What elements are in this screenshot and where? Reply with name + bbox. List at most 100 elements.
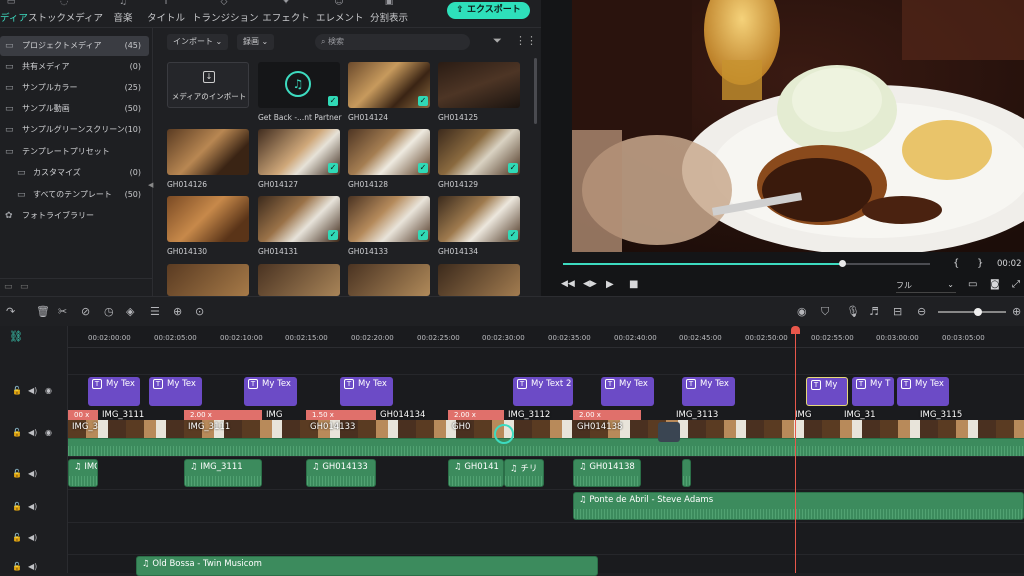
sidebar-item-sample-green-screen[interactable]: ▭ サンプルグリーンスクリーン (10) [0,120,149,140]
audio-clip[interactable]: ♫ チリ [504,459,544,487]
export-button[interactable]: ⇪ エクスポート [447,2,530,19]
marker-icon[interactable]: ⛉ [821,305,829,319]
tab-music[interactable]: ♫ 音楽 [110,0,136,28]
sidebar-item-customize[interactable]: ▭ カスタマイズ (0) [0,163,149,183]
audio-clip[interactable]: ♫ GH014133 [306,459,376,487]
render-preview-icon[interactable]: ◉ [797,305,807,318]
audio-clip[interactable]: ♫ GH0141 [448,459,504,487]
quality-select[interactable]: フル ⌄ [896,280,956,293]
zoom-fit-icon[interactable]: ⊟ [893,305,902,318]
video-clip[interactable]: IMG_31 [840,410,886,420]
title-clip[interactable]: T My Tex [897,377,949,406]
video-clip[interactable]: GH014134 [376,410,448,420]
import-media-tile[interactable]: ↓ メディアのインポート [167,62,249,108]
speaker-icon[interactable]: ◀) [28,386,37,395]
lock-icon[interactable]: 🔓 [12,386,22,395]
speaker-icon[interactable]: ◀) [28,428,37,437]
video-clip[interactable]: IMG [262,410,306,420]
sidebar-item-all-templates[interactable]: ▭ すべてのテンプレート (50) [0,185,149,205]
media-thumb[interactable] [348,264,430,296]
tab-stock-media[interactable]: ◌ ストックメディア [28,0,103,28]
media-thumb[interactable]: ✓ [258,129,340,175]
audio-clip[interactable]: ♫ GH014138 [573,459,641,487]
audio-mixer-icon[interactable]: ♬ [869,305,879,318]
title-clip-selected[interactable]: T My [806,377,848,406]
tab-effects[interactable]: ✦ エフェクト [262,0,310,28]
title-clip[interactable]: T My Tex [149,377,202,406]
tab-elements[interactable]: ☺ エレメント [316,0,364,28]
media-thumb[interactable]: ♫ ✓ [258,62,340,108]
link-icon[interactable]: ⛓ [9,330,23,343]
lock-icon[interactable]: 🔓 [12,502,22,511]
monitor-icon[interactable]: ▭ [968,279,977,290]
speed-badge[interactable]: 2.00 x [184,410,262,420]
mark-out-button[interactable]: } [977,258,983,269]
playhead[interactable] [795,326,796,573]
music-clip[interactable]: ♫ Old Bossa - Twin Musicom [136,556,598,576]
mark-in-button[interactable]: { [953,258,959,269]
render-icon[interactable]: ⊙ [195,305,204,318]
sidebar-item-shared-media[interactable]: ▭ 共有メディア (0) [0,57,149,77]
media-scrollbar[interactable] [534,58,537,124]
snapshot-icon[interactable]: ◙ [990,279,1000,290]
sidebar-item-sample-videos[interactable]: ▭ サンプル動画 (50) [0,99,149,119]
video-clip[interactable]: IMG [791,410,831,420]
play-icon[interactable]: ▶ [606,279,614,290]
media-thumb[interactable]: ✓ [438,196,520,242]
media-thumb[interactable] [167,196,249,242]
sidebar-item-project-media[interactable]: ▭ プロジェクトメディア (45) [0,36,149,56]
sidebar-item-photo-library[interactable]: ✿ フォトライブラリー [0,206,149,226]
media-thumb[interactable] [438,62,520,108]
zoom-in-icon[interactable]: ⊕ [1012,305,1021,318]
sidebar-item-sample-colors[interactable]: ▭ サンプルカラー (25) [0,78,149,98]
fullscreen-icon[interactable]: ⤢ [1012,279,1020,290]
lock-icon[interactable]: 🔓 [12,469,22,478]
speaker-icon[interactable]: ◀) [28,469,37,478]
media-thumb[interactable]: ✓ [348,62,430,108]
title-clip[interactable]: T My Text 2 [513,377,573,406]
add-icon[interactable]: ⊕ [173,305,182,318]
media-thumb[interactable]: ✓ [348,196,430,242]
delete-icon[interactable]: 🗑 [36,305,50,318]
zoom-slider[interactable] [938,308,1006,316]
tab-split-screen[interactable]: ▣ 分割表示 [370,0,408,28]
tab-titles[interactable]: T タイトル [146,0,186,28]
title-clip[interactable]: T My Tex [601,377,654,406]
title-clip[interactable]: T My Tex [88,377,140,406]
media-thumb[interactable] [438,264,520,296]
music-clip[interactable]: ♫ Ponte de Abril - Steve Adams [573,492,1024,520]
title-clip[interactable]: T My T [852,377,894,406]
adjust-icon[interactable]: ☰ [150,305,160,318]
video-clip[interactable]: IMG_3111 [98,410,184,420]
crop-icon[interactable]: ⊘ [81,305,90,318]
audio-clip[interactable]: ♫ IMG_3111 [184,459,262,487]
video-clip[interactable]: IMG_3112 [504,410,573,420]
lock-icon[interactable]: 🔓 [12,533,22,542]
media-thumb[interactable] [258,264,340,296]
new-folder-icon[interactable]: ▭ [4,282,13,292]
speaker-icon[interactable]: ◀) [28,502,37,511]
video-clip[interactable]: IMG_3115 [916,410,986,420]
video-clip[interactable]: IMG_3113 [672,410,772,420]
lock-icon[interactable]: 🔓 [12,562,22,571]
play-back-icon[interactable]: ◀▶ [583,279,597,289]
prev-frame-icon[interactable]: ◀◀ [561,279,575,289]
zoom-slider-knob[interactable] [974,308,982,316]
media-thumb[interactable] [167,129,249,175]
sidebar-item-template-presets[interactable]: ▭ テンプレートプリセット [0,142,149,162]
speaker-icon[interactable]: ◀) [28,562,37,571]
microphone-icon[interactable]: 🎙 [846,305,860,318]
filter-icon[interactable]: ⏷ [493,34,502,48]
media-thumb[interactable] [167,264,249,296]
eye-icon[interactable]: ◉ [45,428,52,437]
record-dropdown[interactable]: 録画 ⌄ [237,34,275,50]
search-input[interactable]: ⌕ 検索 [315,34,470,50]
transition-icon[interactable] [494,424,514,444]
audio-clip[interactable]: ♫ IMG [68,459,98,487]
import-dropdown[interactable]: インポート ⌄ [167,34,229,50]
title-clip[interactable]: T My Tex [244,377,297,406]
title-clip[interactable]: T My Tex [682,377,735,406]
redo-icon[interactable]: ↷ [6,305,15,318]
media-thumb[interactable]: ✓ [258,196,340,242]
zoom-out-icon[interactable]: ⊖ [917,305,926,318]
